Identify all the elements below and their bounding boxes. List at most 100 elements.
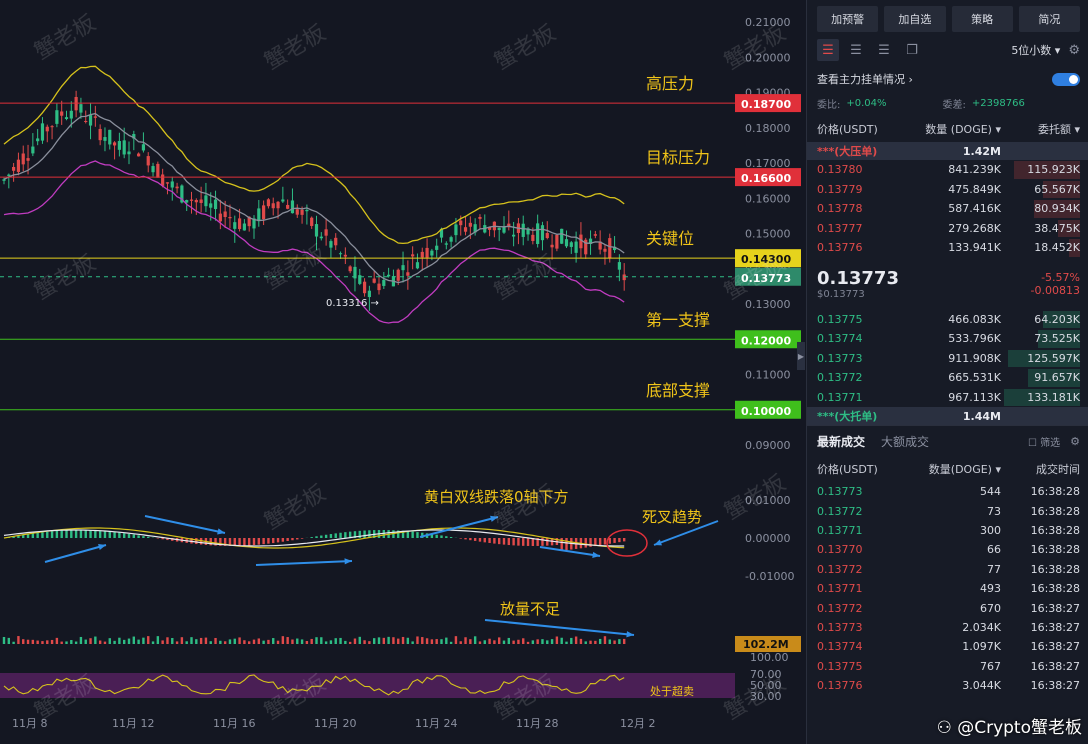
ask-row[interactable]: 0.13780 841.239K 115.923K — [807, 160, 1088, 180]
volume-bar — [392, 637, 395, 644]
trade-row: 0.13772 73 16:38:28 — [807, 501, 1088, 520]
candle-body — [305, 209, 309, 212]
bid-row[interactable]: 0.13771 967.113K 133.181K — [807, 388, 1088, 408]
volume-bar — [416, 636, 419, 644]
volume-bar — [22, 639, 25, 644]
gear-icon[interactable]: ⚙ — [1068, 43, 1080, 58]
volume-bar — [430, 639, 434, 644]
volume-bar — [272, 638, 275, 644]
volume-bar — [536, 639, 539, 644]
order-total: 80.934K — [1034, 202, 1080, 216]
collapse-panel-handle[interactable]: ▶ — [797, 342, 805, 370]
macd-histogram-bar — [300, 538, 304, 539]
price-chart[interactable]: 0.21000 0.20000 0.19000 0.18000 0.17000 0.160… — [0, 0, 806, 744]
col-total[interactable]: 委托额 ▾ — [1001, 121, 1080, 137]
volume-bar — [320, 637, 323, 644]
volume-bar — [233, 638, 236, 644]
candle-body — [387, 274, 391, 277]
trend-arrow — [144, 515, 226, 534]
trade-row: 0.13772 670 16:38:27 — [807, 598, 1088, 617]
trade-qty: 493 — [980, 582, 1001, 596]
trade-price: 0.13776 — [817, 679, 863, 693]
main-orders-row[interactable]: 查看主力挂单情况 › — [807, 68, 1088, 90]
overview-button[interactable]: 简况 — [1018, 6, 1080, 32]
trades-col-qty[interactable]: 数量(DOGE) ▾ — [909, 461, 1001, 477]
diff-value: +2398766 — [971, 97, 1025, 109]
macd-histogram-bar — [406, 531, 410, 538]
settings-icon[interactable]: ⚙ — [1070, 435, 1080, 448]
watermark-text: 蟹老板 — [261, 21, 331, 76]
candle-body — [50, 126, 54, 128]
bid-row[interactable]: 0.13774 533.796K 73.525K — [807, 329, 1088, 349]
candle-body — [430, 250, 434, 256]
candle-body — [478, 217, 482, 219]
macd-histogram-bar — [493, 538, 496, 544]
trade-qty: 77 — [987, 562, 1001, 576]
bid-row[interactable]: 0.13775 466.083K 64.203K — [807, 310, 1088, 330]
trade-row: 0.13770 66 16:38:28 — [807, 540, 1088, 559]
ask-row[interactable]: 0.13778 587.416K 80.934K — [807, 199, 1088, 219]
ask-big-band[interactable]: ***(大压单) 1.42M — [807, 142, 1088, 160]
candle-body — [338, 253, 343, 255]
oversold-annotation: 处于超卖 — [650, 684, 694, 698]
trade-qty: 2.034K — [962, 620, 1001, 634]
trade-time: 16:38:28 — [1030, 504, 1080, 518]
volume-bar — [622, 638, 626, 644]
decimals-dropdown[interactable]: 5位小数 ▾ — [1011, 42, 1060, 58]
main-orders-toggle[interactable] — [1052, 72, 1080, 86]
ask-row[interactable]: 0.13779 475.849K 65.567K — [807, 180, 1088, 200]
col-qty[interactable]: 数量 (DOGE) ▾ — [909, 121, 1001, 137]
volume-bar — [276, 640, 280, 644]
tab-large-trades[interactable]: 大额成交 — [881, 433, 929, 450]
volume-bar — [560, 637, 563, 644]
volume-annotation: 放量不足 — [500, 600, 560, 618]
bid-row[interactable]: 0.13772 665.531K 91.657K — [807, 368, 1088, 388]
macd-histogram-bar — [276, 538, 280, 543]
trade-price: 0.13771 — [817, 582, 863, 596]
candle-body — [141, 144, 146, 151]
asks-only-icon[interactable]: ☰ — [873, 39, 895, 61]
ratio-row: 委比: +0.04% 委差: +2398766 — [807, 90, 1088, 116]
add-watchlist-button[interactable]: 加自选 — [884, 6, 946, 32]
candle-body — [55, 110, 59, 124]
volume-bar — [291, 639, 294, 644]
depth-view-row: ☰ ☰ ☰ ❐ 5位小数 ▾ ⚙ — [807, 32, 1088, 68]
volume-bar — [382, 637, 386, 644]
window-icon[interactable]: ❐ — [901, 39, 923, 61]
macd-histogram-bar — [296, 538, 299, 540]
macd-histogram-bar — [291, 538, 294, 541]
level-annotation: 高压力 — [646, 74, 694, 93]
candle-body — [69, 110, 73, 119]
ask-row[interactable]: 0.13777 279.268K 38.475K — [807, 219, 1088, 239]
level-tag-label: 0.12000 — [741, 334, 791, 347]
macd-histogram-bar — [281, 538, 285, 542]
macd-histogram-bar — [339, 532, 342, 538]
both-sides-icon[interactable]: ☰ — [817, 39, 839, 61]
volume-bar — [435, 639, 438, 644]
bid-row[interactable]: 0.13773 911.908K 125.597K — [807, 349, 1088, 369]
macd-histogram-bar — [108, 531, 111, 538]
filter-checkbox[interactable]: ☐ 筛选 — [1028, 434, 1060, 449]
ask-row[interactable]: 0.13776 133.941K 18.452K — [807, 238, 1088, 258]
candle-body — [329, 241, 333, 248]
order-panel: 加预警 加自选 策略 简况 ☰ ☰ ☰ ❐ 5位小数 ▾ ⚙ 查看主力挂单情况 … — [806, 0, 1088, 744]
bid-big-band[interactable]: ***(大托单) 1.44M — [807, 407, 1088, 425]
macd-histogram-bar — [502, 538, 506, 545]
candle-body — [512, 234, 516, 237]
bids-only-icon[interactable]: ☰ — [845, 39, 867, 61]
macd-histogram-bar — [603, 538, 607, 545]
volume-bar — [257, 638, 261, 644]
add-alert-button[interactable]: 加预警 — [817, 6, 879, 32]
watermark-text: 蟹老板 — [31, 11, 101, 66]
level-tag-label: 0.10000 — [741, 405, 791, 418]
order-total: 133.181K — [1027, 390, 1080, 404]
trade-qty: 3.044K — [962, 679, 1001, 693]
candle-body — [435, 245, 439, 250]
order-price: 0.13778 — [817, 202, 863, 216]
candle-body — [444, 243, 448, 245]
bid-big-qty: 1.44M — [962, 409, 1001, 423]
strategy-button[interactable]: 策略 — [951, 6, 1013, 32]
tab-latest-trades[interactable]: 最新成交 — [817, 433, 865, 450]
candle-body — [343, 254, 347, 257]
date-tick-label: 11月 16 — [213, 717, 256, 730]
